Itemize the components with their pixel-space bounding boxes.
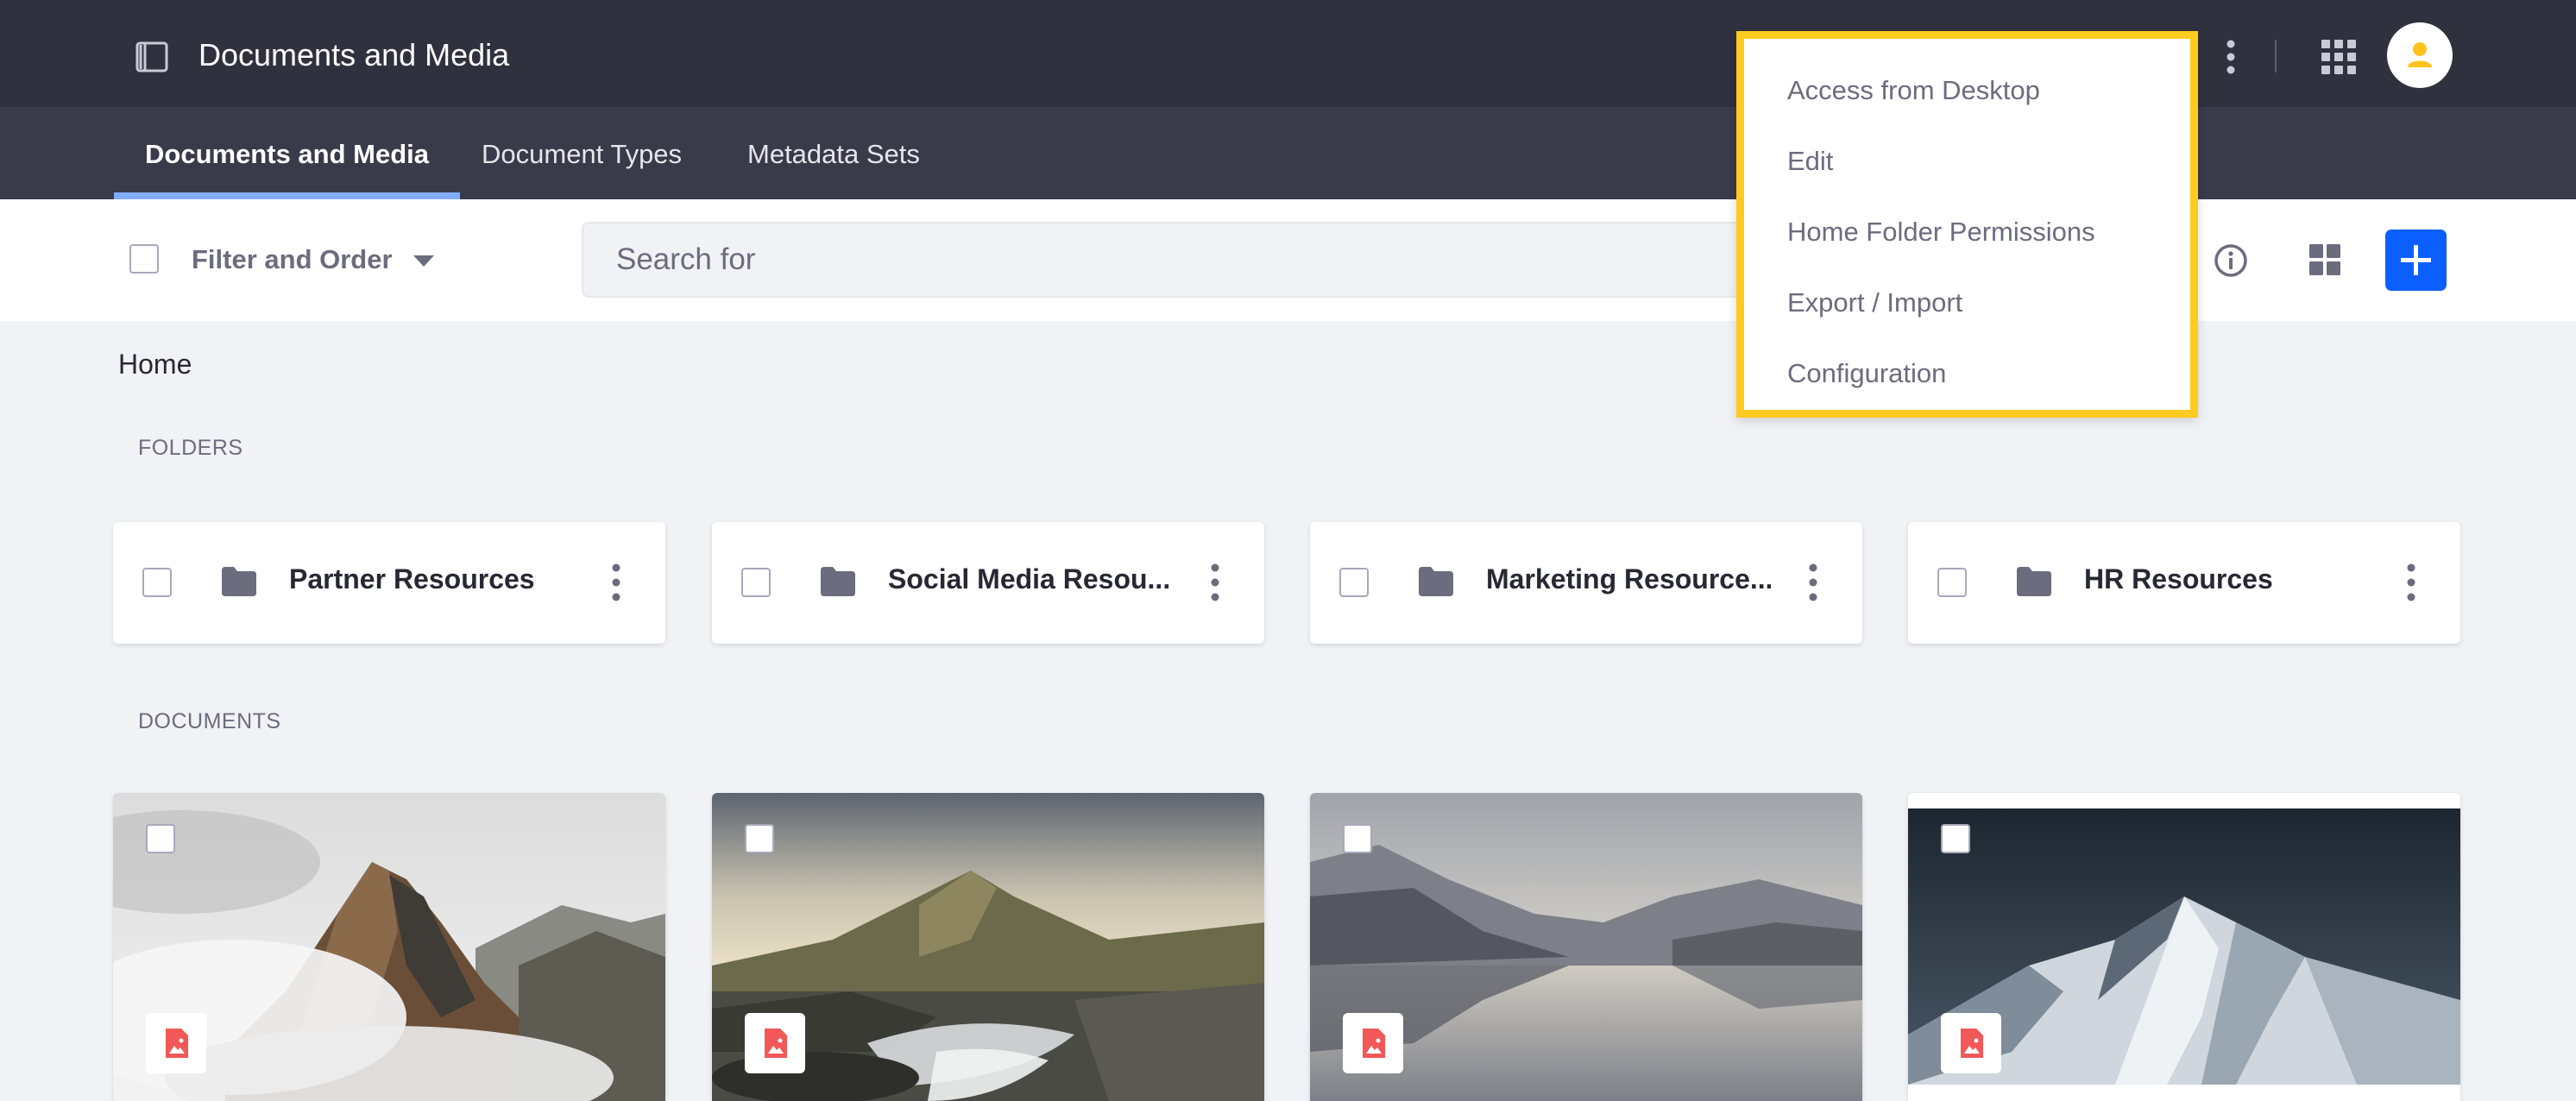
add-button[interactable] <box>2385 230 2447 291</box>
image-file-icon <box>765 1029 787 1058</box>
plus-icon <box>2401 245 2431 275</box>
file-type-badge <box>1343 1013 1403 1073</box>
file-type-badge <box>146 1013 206 1073</box>
caret-down-icon <box>413 255 434 267</box>
cards-view-icon[interactable] <box>2308 242 2342 277</box>
product-menu-icon[interactable] <box>135 40 169 74</box>
folder-icon <box>2017 567 2051 596</box>
breadcrumb[interactable]: Home <box>118 349 192 381</box>
document-card[interactable] <box>113 793 665 1101</box>
image-file-icon <box>1363 1029 1385 1058</box>
file-type-badge <box>745 1013 805 1073</box>
kebab-icon[interactable] <box>1800 560 1826 605</box>
document-checkbox[interactable] <box>1343 824 1372 853</box>
folder-card[interactable]: Marketing Resource... <box>1310 522 1862 644</box>
menu-item-home-folder-permissions[interactable]: Home Folder Permissions <box>1787 217 2095 248</box>
folder-name: Social Media Resou... <box>888 563 1171 595</box>
tab-document-types[interactable]: Document Types <box>450 107 713 199</box>
tab-documents-and-media[interactable]: Documents and Media <box>114 107 460 199</box>
folder-card[interactable]: Social Media Resou... <box>712 522 1264 644</box>
kebab-icon[interactable] <box>1202 560 1228 605</box>
kebab-icon[interactable] <box>603 560 629 605</box>
folder-checkbox[interactable] <box>1339 568 1369 597</box>
info-icon[interactable] <box>2213 242 2249 279</box>
file-type-badge <box>1941 1013 2001 1073</box>
document-card[interactable] <box>1310 793 1862 1101</box>
folders-section-label: FOLDERS <box>138 436 243 460</box>
user-avatar[interactable] <box>2387 22 2453 88</box>
kebab-icon[interactable] <box>2398 560 2424 605</box>
folder-name: Partner Resources <box>289 563 535 595</box>
filter-label: Filter and Order <box>192 244 393 274</box>
menu-item-access-from-desktop[interactable]: Access from Desktop <box>1787 75 2040 106</box>
folder-icon <box>222 567 256 596</box>
folder-icon <box>1419 567 1453 596</box>
options-dropdown-menu: Access from Desktop Edit Home Folder Per… <box>1736 31 2198 418</box>
document-checkbox[interactable] <box>745 824 774 853</box>
folder-icon <box>821 567 855 596</box>
apps-grid-icon[interactable] <box>2320 38 2358 76</box>
documents-section-label: DOCUMENTS <box>138 709 281 733</box>
user-avatar-icon <box>2408 42 2432 67</box>
folder-checkbox[interactable] <box>142 568 172 597</box>
menu-item-configuration[interactable]: Configuration <box>1787 358 1946 389</box>
folder-name: Marketing Resource... <box>1486 563 1771 595</box>
tab-metadata-sets[interactable]: Metadata Sets <box>716 107 951 199</box>
image-file-icon <box>1961 1029 1983 1058</box>
folder-card[interactable]: Partner Resources <box>113 522 665 644</box>
document-checkbox[interactable] <box>1941 824 1970 853</box>
document-card[interactable] <box>712 793 1264 1101</box>
search-input[interactable] <box>582 222 1743 298</box>
folder-card[interactable]: HR Resources <box>1908 522 2460 644</box>
filter-and-order-button[interactable]: Filter and Order <box>192 232 434 287</box>
menu-item-export-import[interactable]: Export / Import <box>1787 287 1962 318</box>
select-all-checkbox[interactable] <box>129 244 159 274</box>
app-title: Documents and Media <box>198 37 510 72</box>
document-card[interactable] <box>1908 793 2460 1101</box>
menu-item-edit[interactable]: Edit <box>1787 146 1833 177</box>
folder-checkbox[interactable] <box>741 568 771 597</box>
kebab-icon[interactable] <box>2214 36 2247 78</box>
document-checkbox[interactable] <box>146 824 175 853</box>
header-divider <box>2275 40 2277 72</box>
folder-checkbox[interactable] <box>1937 568 1967 597</box>
folder-name: HR Resources <box>2084 563 2273 595</box>
image-file-icon <box>166 1029 188 1058</box>
